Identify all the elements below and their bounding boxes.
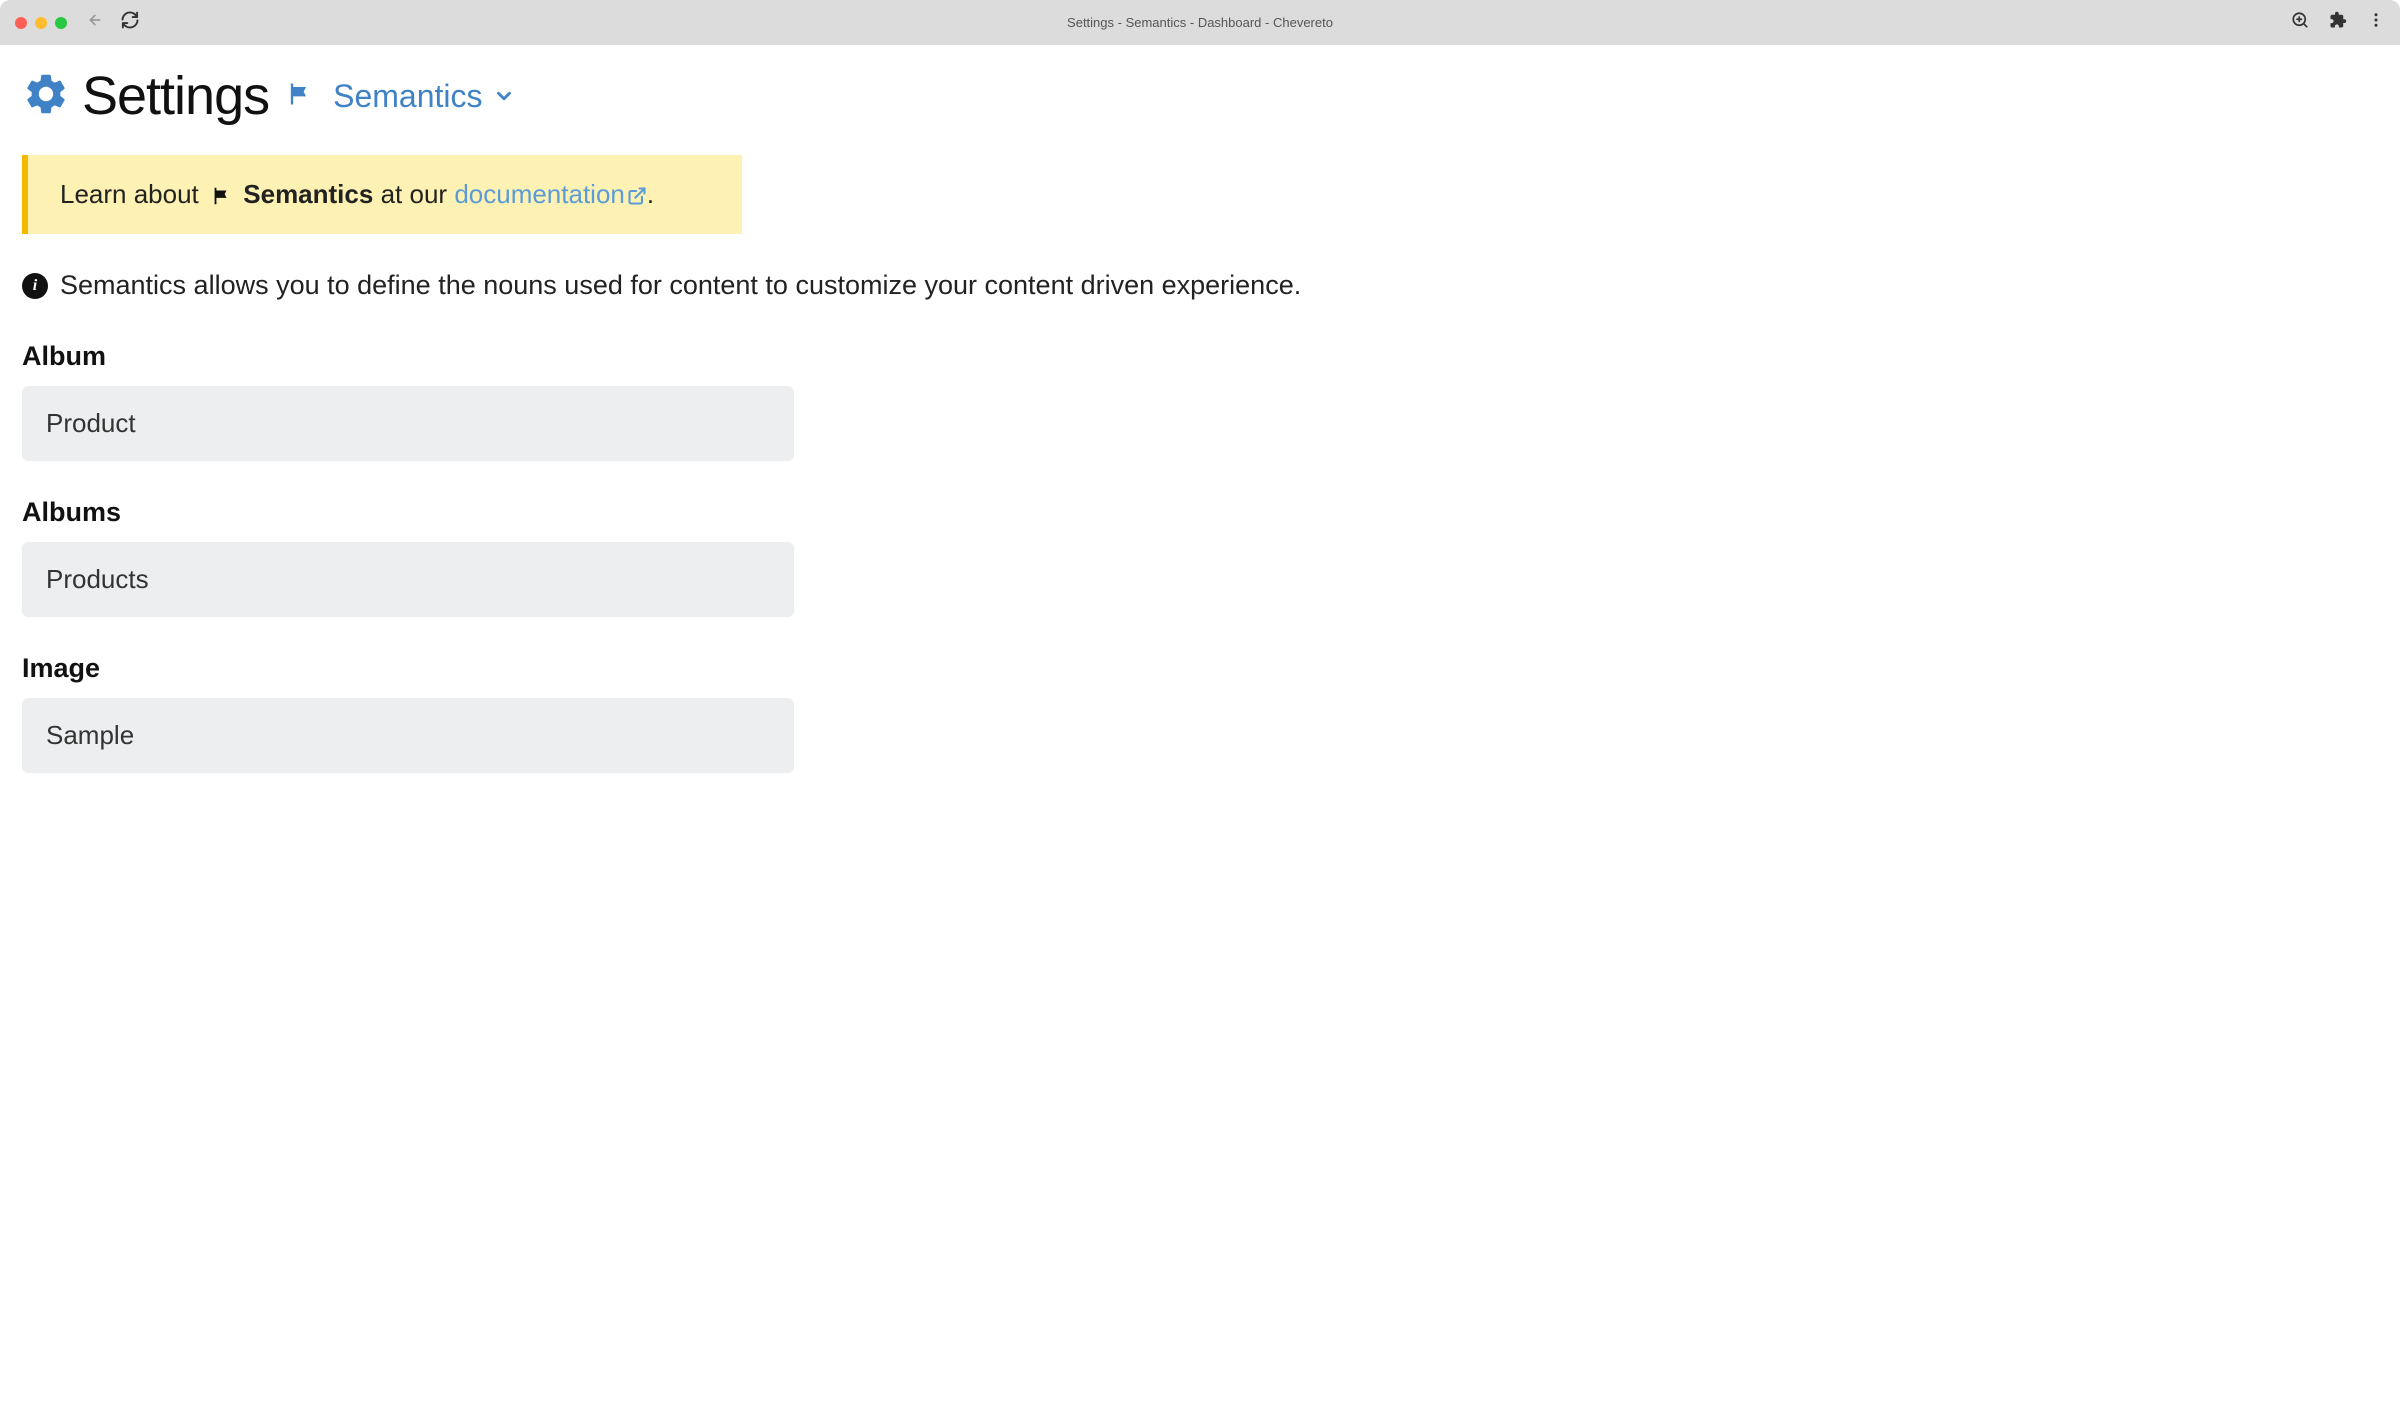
description-row: i Semantics allows you to define the nou… <box>22 270 2378 301</box>
tab-title: Settings - Semantics - Dashboard - Cheve… <box>1067 15 1333 30</box>
page-header: Settings Semantics <box>22 65 2378 127</box>
field-albums: Albums <box>22 497 2378 617</box>
back-button[interactable] <box>87 12 103 33</box>
breadcrumb-dropdown[interactable]: Semantics <box>333 78 514 115</box>
info-banner: Learn about Semantics at our documentati… <box>22 155 742 234</box>
flag-icon <box>210 179 239 209</box>
gear-icon <box>22 70 70 123</box>
minimize-window-button[interactable] <box>35 17 47 29</box>
image-input[interactable] <box>22 698 794 773</box>
close-window-button[interactable] <box>15 17 27 29</box>
description-text: Semantics allows you to define the nouns… <box>60 270 1301 301</box>
banner-suffix: . <box>647 179 654 209</box>
banner-middle: at our <box>381 179 448 209</box>
breadcrumb-label: Semantics <box>333 78 482 115</box>
page-title: Settings <box>82 65 269 127</box>
field-label: Album <box>22 341 2378 372</box>
banner-prefix: Learn about <box>60 179 199 209</box>
album-input[interactable] <box>22 386 794 461</box>
browser-actions <box>2291 11 2385 34</box>
menu-icon[interactable] <box>2367 11 2385 34</box>
flag-icon <box>285 80 313 113</box>
doc-link-text: documentation <box>454 179 625 209</box>
zoom-icon[interactable] <box>2291 11 2309 34</box>
field-label: Albums <box>22 497 2378 528</box>
info-icon: i <box>22 273 48 299</box>
documentation-link[interactable]: documentation <box>454 179 647 209</box>
field-image: Image <box>22 653 2378 773</box>
field-label: Image <box>22 653 2378 684</box>
browser-chrome: Settings - Semantics - Dashboard - Cheve… <box>0 0 2400 45</box>
albums-input[interactable] <box>22 542 794 617</box>
chevron-down-icon <box>493 78 515 115</box>
window-controls <box>15 17 67 29</box>
refresh-button[interactable] <box>121 11 139 34</box>
nav-controls <box>87 11 139 34</box>
field-album: Album <box>22 341 2378 461</box>
external-link-icon <box>627 179 647 209</box>
page-content: Settings Semantics Learn about Semantics… <box>0 45 2400 829</box>
maximize-window-button[interactable] <box>55 17 67 29</box>
extensions-icon[interactable] <box>2329 11 2347 34</box>
banner-subject: Semantics <box>243 179 373 209</box>
